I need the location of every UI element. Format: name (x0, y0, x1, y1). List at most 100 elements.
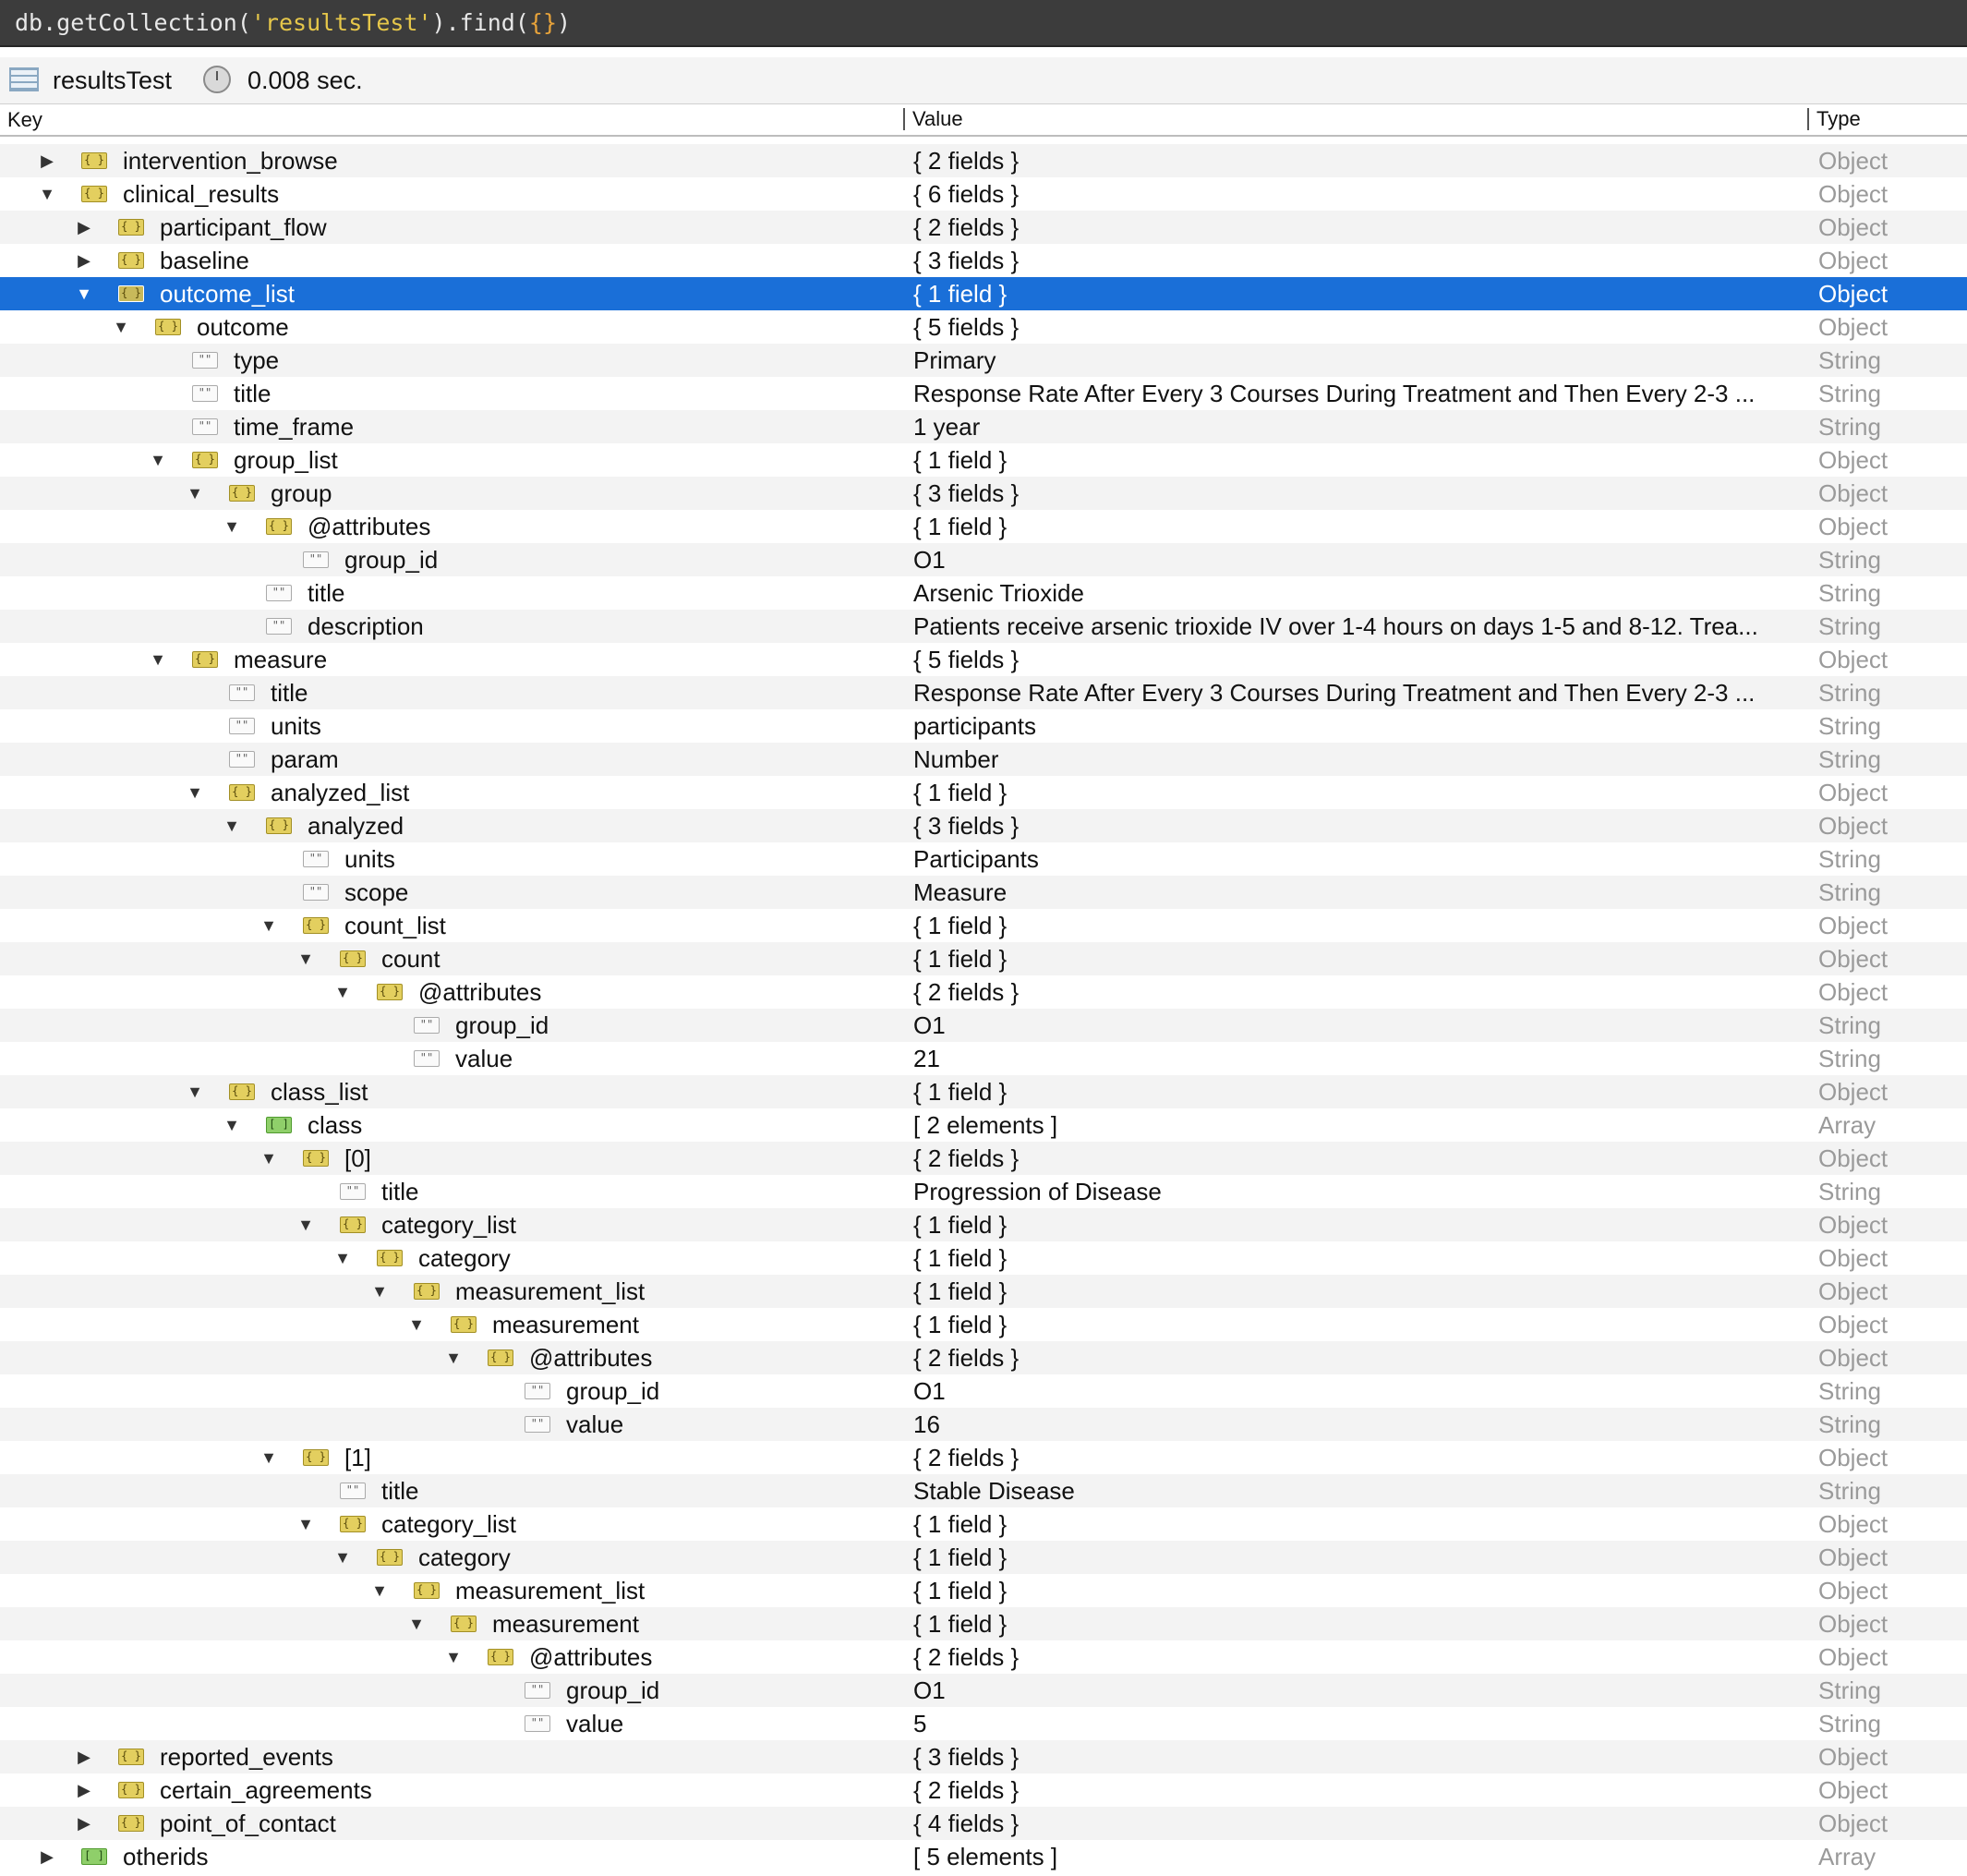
expanded-arrow-icon[interactable]: ▼ (259, 1441, 279, 1474)
expanded-arrow-icon[interactable]: ▼ (296, 942, 316, 975)
tree-row[interactable]: "" title Response Rate After Every 3 Cours… (0, 676, 1967, 709)
string-type-icon: "" (192, 385, 218, 402)
tree-row[interactable]: "" description Patients receive arsenic tr… (0, 610, 1967, 643)
tree-row[interactable]: ▶ { } intervention_browse { 2 fields } Objec… (0, 144, 1967, 177)
column-header-value[interactable]: Value (903, 108, 963, 130)
tree-row[interactable]: ▶ { } reported_events { 3 fields } Object (0, 1740, 1967, 1773)
tree-row[interactable]: "" value 5 String (0, 1707, 1967, 1740)
row-key: intervention_browse (123, 147, 338, 175)
tree-row[interactable]: ▼ { } measurement { 1 field } Object (0, 1308, 1967, 1341)
tree-row[interactable]: "" title Arsenic Trioxide String (0, 576, 1967, 610)
expanded-arrow-icon[interactable]: ▼ (332, 1541, 353, 1574)
tree-row[interactable]: ▼ { } measurement { 1 field } Object (0, 1607, 1967, 1640)
expanded-arrow-icon[interactable]: ▼ (259, 909, 279, 942)
tree-row[interactable]: ▼ { } clinical_results { 6 fields } Object (0, 177, 1967, 211)
tree-row[interactable]: ▼ { } @attributes { 2 fields } Object (0, 1640, 1967, 1674)
expanded-arrow-icon[interactable]: ▼ (406, 1308, 427, 1341)
object-type-icon: { } (340, 1516, 366, 1532)
tree-row[interactable]: ▼ { } outcome { 5 fields } Object (0, 310, 1967, 344)
tree-row[interactable]: ▼ { } outcome_list { 1 field } Object (0, 277, 1967, 310)
tree-row[interactable]: "" scope Measure String (0, 876, 1967, 909)
tree-row[interactable]: "" group_id O1 String (0, 1674, 1967, 1707)
tree-row[interactable]: ▼ { } count { 1 field } Object (0, 942, 1967, 975)
expanded-arrow-icon[interactable]: ▼ (443, 1640, 464, 1674)
tree-row[interactable]: ▼ { } group { 3 fields } Object (0, 477, 1967, 510)
tree-row[interactable]: ▼ { } measurement_list { 1 field } Object (0, 1574, 1967, 1607)
row-type: Object (1818, 446, 1889, 474)
tree-row[interactable]: "" title Progression of Disease String (0, 1175, 1967, 1208)
tree-row[interactable]: ▼ { } @attributes { 1 field } Object (0, 510, 1967, 543)
tree-row[interactable]: ▶ { } baseline { 3 fields } Object (0, 244, 1967, 277)
tree-row[interactable]: ▼ { } category_list { 1 field } Object (0, 1507, 1967, 1541)
tree-row[interactable]: ▼ { } measurement_list { 1 field } Object (0, 1275, 1967, 1308)
expanded-arrow-icon[interactable]: ▼ (369, 1574, 390, 1607)
expanded-arrow-icon[interactable]: ▼ (296, 1208, 316, 1241)
expanded-arrow-icon[interactable]: ▼ (185, 776, 205, 809)
row-value: O1 (913, 1676, 946, 1704)
expanded-arrow-icon[interactable]: ▼ (369, 1275, 390, 1308)
row-type: String (1818, 1710, 1881, 1737)
tree-row[interactable]: ▼ { } category_list { 1 field } Object (0, 1208, 1967, 1241)
expanded-arrow-icon[interactable]: ▼ (296, 1507, 316, 1541)
tree-row[interactable]: "" group_id O1 String (0, 1374, 1967, 1408)
tree-row[interactable]: ▼ { } analyzed { 3 fields } Object (0, 809, 1967, 842)
expanded-arrow-icon[interactable]: ▼ (185, 477, 205, 510)
expanded-arrow-icon[interactable]: ▼ (148, 643, 168, 676)
tree-row[interactable]: ▼ { } class_list { 1 field } Object (0, 1075, 1967, 1108)
tree-row[interactable]: ▼ { } @attributes { 2 fields } Object (0, 1341, 1967, 1374)
tree-row[interactable]: ▼ { } [0] { 2 fields } Object (0, 1142, 1967, 1175)
collapsed-arrow-icon[interactable]: ▶ (37, 144, 57, 177)
row-key: measurement (492, 1311, 639, 1338)
expanded-arrow-icon[interactable]: ▼ (111, 310, 131, 344)
tree-row[interactable]: ▼ { } group_list { 1 field } Object (0, 443, 1967, 477)
tree-row[interactable]: "" units participants String (0, 709, 1967, 743)
tree-row[interactable]: ▼ { } [1] { 2 fields } Object (0, 1441, 1967, 1474)
object-type-icon: { } (414, 1283, 440, 1300)
tree-row[interactable]: ▼ { } count_list { 1 field } Object (0, 909, 1967, 942)
tree-row[interactable]: "" group_id O1 String (0, 1009, 1967, 1042)
tree-row[interactable]: ▼ { } category { 1 field } Object (0, 1541, 1967, 1574)
document-tree[interactable]: ▶ { } intervention_browse { 2 fields } Objec… (0, 137, 1967, 1876)
tree-row[interactable]: "" value 21 String (0, 1042, 1967, 1075)
expanded-arrow-icon[interactable]: ▼ (148, 443, 168, 477)
collapsed-arrow-icon[interactable]: ▶ (74, 244, 94, 277)
tree-row[interactable]: "" type Primary String (0, 344, 1967, 377)
tree-row[interactable]: ▶ { } participant_flow { 2 fields } Object (0, 211, 1967, 244)
column-header-key[interactable]: Key (7, 108, 42, 132)
collapsed-arrow-icon[interactable]: ▶ (74, 1773, 94, 1807)
collapsed-arrow-icon[interactable]: ▶ (74, 1807, 94, 1840)
tree-row[interactable]: ▶ { } certain_agreements { 2 fields } Object (0, 1773, 1967, 1807)
expanded-arrow-icon[interactable]: ▼ (443, 1341, 464, 1374)
collapsed-arrow-icon[interactable]: ▶ (74, 1740, 94, 1773)
expanded-arrow-icon[interactable]: ▼ (222, 809, 242, 842)
query-bar[interactable]: db.getCollection('resultsTest').find({}) (0, 0, 1967, 47)
tree-row[interactable]: ▼ { } category { 1 field } Object (0, 1241, 1967, 1275)
expanded-arrow-icon[interactable]: ▼ (222, 510, 242, 543)
expanded-arrow-icon[interactable]: ▼ (332, 1241, 353, 1275)
tree-row[interactable]: "" time_frame 1 year String (0, 410, 1967, 443)
tree-row[interactable]: ▼ [ ] class [ 2 elements ] Array (0, 1108, 1967, 1142)
expanded-arrow-icon[interactable]: ▼ (332, 975, 353, 1009)
tree-row[interactable]: ▶ { } point_of_contact { 4 fields } Object (0, 1807, 1967, 1840)
tree-row[interactable]: "" param Number String (0, 743, 1967, 776)
tree-row[interactable]: ▼ { } @attributes { 2 fields } Object (0, 975, 1967, 1009)
tree-row[interactable]: "" title Stable Disease String (0, 1474, 1967, 1507)
expanded-arrow-icon[interactable]: ▼ (259, 1142, 279, 1175)
collapsed-arrow-icon[interactable]: ▶ (74, 211, 94, 244)
tree-row[interactable]: "" title Response Rate After Every 3 Cours… (0, 377, 1967, 410)
tree-row[interactable]: ▼ { } measure { 5 fields } Object (0, 643, 1967, 676)
row-value: { 2 fields } (913, 147, 1020, 175)
tree-row[interactable]: "" value 16 String (0, 1408, 1967, 1441)
row-value: Stable Disease (913, 1477, 1075, 1505)
tree-row[interactable]: "" group_id O1 String (0, 543, 1967, 576)
column-header-type[interactable]: Type (1807, 108, 1861, 130)
collapsed-arrow-icon[interactable]: ▶ (37, 1840, 57, 1873)
tree-row[interactable]: ▶ [ ] otherids [ 5 elements ] Array (0, 1840, 1967, 1873)
expanded-arrow-icon[interactable]: ▼ (185, 1075, 205, 1108)
tree-row[interactable]: "" units Participants String (0, 842, 1967, 876)
expanded-arrow-icon[interactable]: ▼ (406, 1607, 427, 1640)
expanded-arrow-icon[interactable]: ▼ (222, 1108, 242, 1142)
expanded-arrow-icon[interactable]: ▼ (74, 277, 94, 310)
tree-row[interactable]: ▼ { } analyzed_list { 1 field } Object (0, 776, 1967, 809)
expanded-arrow-icon[interactable]: ▼ (37, 177, 57, 211)
